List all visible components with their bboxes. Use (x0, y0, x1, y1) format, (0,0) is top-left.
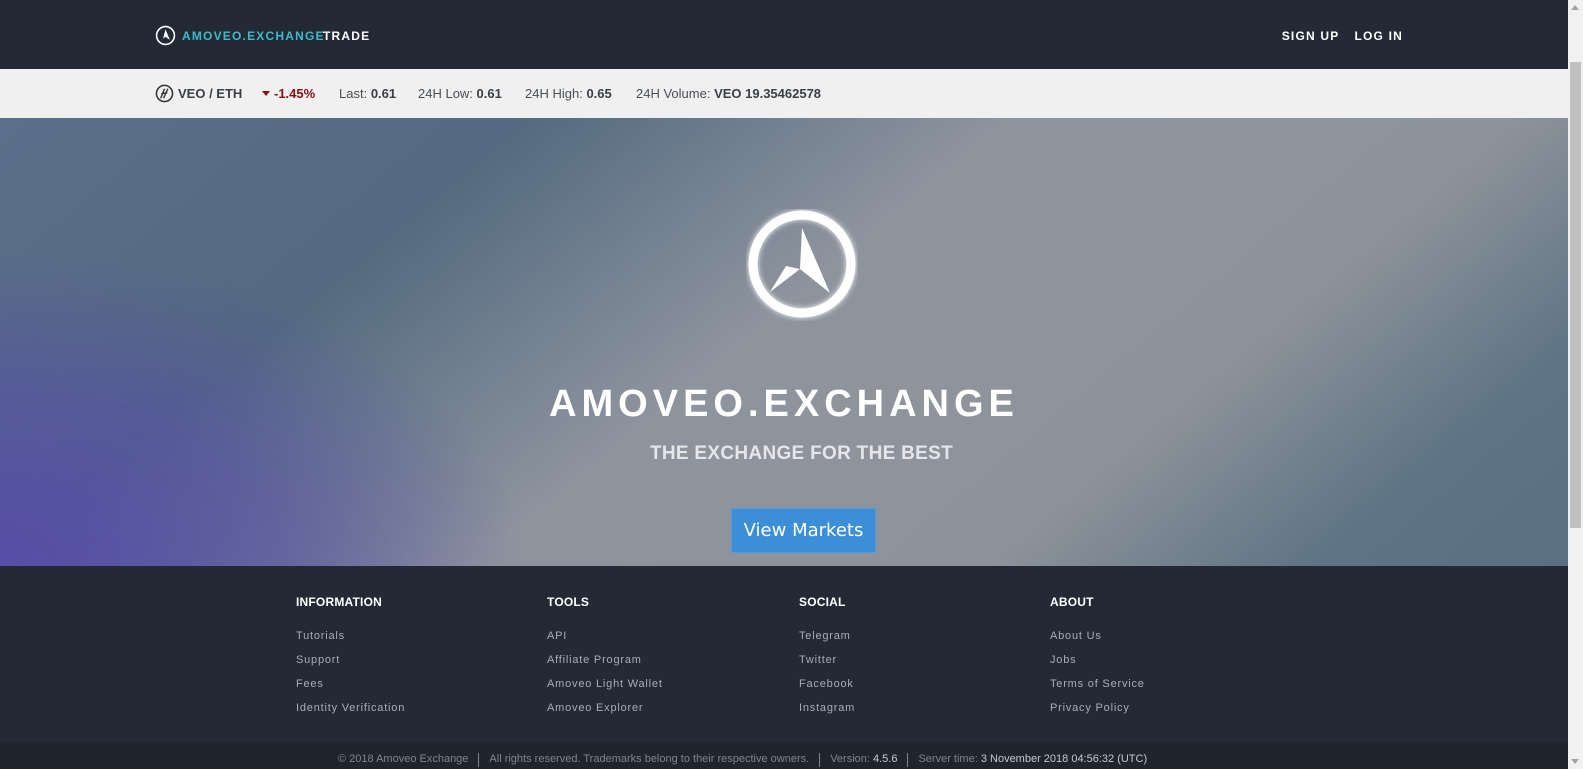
scroll-down-arrow-icon[interactable] (1571, 759, 1579, 764)
low-24h-label: 24H Low: (418, 86, 473, 101)
footer-link-affiliate-program[interactable]: Affiliate Program (547, 648, 663, 672)
high-24h-label: 24H High: (525, 86, 583, 101)
footer-column-information: INFORMATION Tutorials Support Fees Ident… (296, 595, 405, 720)
rights-text: All rights reserved. Trademarks belong t… (489, 753, 810, 765)
separator (819, 753, 821, 767)
copyright-text: © 2018 Amoveo Exchange (338, 753, 469, 765)
volume-24h: 24H Volume: VEO 19.35462578 (636, 86, 821, 101)
footer-link-terms[interactable]: Terms of Service (1050, 672, 1145, 696)
amoveo-emblem-icon (748, 210, 856, 318)
version-label: Version: (830, 753, 870, 765)
footer-heading: INFORMATION (296, 595, 382, 609)
footer-link-identity-verification[interactable]: Identity Verification (296, 696, 405, 720)
separator (907, 753, 909, 767)
site-footer: INFORMATION Tutorials Support Fees Ident… (0, 566, 1568, 742)
footer-link-light-wallet[interactable]: Amoveo Light Wallet (547, 672, 663, 696)
footer-column-tools: TOOLS API Affiliate Program Amoveo Light… (547, 595, 663, 720)
volume-24h-value: VEO 19.35462578 (714, 86, 822, 101)
market-pair[interactable]: VEO / ETH (155, 84, 242, 103)
market-ticker: VEO / ETH -1.45% Last: 0.61 24H Low: 0.6… (0, 69, 1568, 118)
hero-section: AMOVEO.EXCHANGE THE EXCHANGE FOR THE BES… (0, 118, 1568, 566)
footer-link-fees[interactable]: Fees (296, 672, 405, 696)
footer-link-telegram[interactable]: Telegram (799, 624, 855, 648)
scroll-up-arrow-icon[interactable] (1571, 5, 1579, 10)
last-price-value: 0.61 (370, 86, 397, 101)
veo-coin-icon (155, 84, 174, 103)
hero-subtitle: THE EXCHANGE FOR THE BEST (649, 443, 954, 464)
volume-24h-label: 24H Volume: (636, 86, 711, 101)
footer-link-api[interactable]: API (547, 624, 663, 648)
hero-title: AMOVEO.EXCHANGE (549, 383, 1019, 425)
amoveo-logo-icon (155, 25, 176, 46)
footer-link-tutorials[interactable]: Tutorials (296, 624, 405, 648)
view-markets-button[interactable]: View Markets (731, 508, 876, 553)
footer-column-about: ABOUT About Us Jobs Terms of Service Pri… (1050, 595, 1145, 720)
low-24h-value: 0.61 (476, 86, 502, 101)
auth-links: SIGN UP LOG IN (1282, 29, 1403, 43)
high-24h: 24H High: 0.65 (525, 86, 612, 101)
page-scrollbar[interactable] (1568, 0, 1583, 769)
footer-link-about-us[interactable]: About Us (1050, 624, 1145, 648)
footer-heading: TOOLS (547, 595, 590, 609)
price-change-value: -1.45% (274, 86, 316, 101)
brand-link[interactable]: AMOVEO.EXCHANGE (155, 25, 325, 46)
scrollbar-thumb[interactable] (1570, 62, 1581, 528)
footer-link-jobs[interactable]: Jobs (1050, 648, 1145, 672)
separator (478, 753, 480, 767)
sign-up-link[interactable]: SIGN UP (1282, 29, 1340, 43)
server-time-value: 3 November 2018 04:56:32 (UTC) (980, 753, 1148, 765)
low-24h: 24H Low: 0.61 (418, 86, 502, 101)
brand-name: AMOVEO.EXCHANGE (182, 28, 325, 43)
footer-link-support[interactable]: Support (296, 648, 405, 672)
log-in-link[interactable]: LOG IN (1354, 29, 1403, 43)
footer-column-social: SOCIAL Telegram Twitter Facebook Instagr… (799, 595, 855, 720)
footer-link-instagram[interactable]: Instagram (799, 696, 855, 720)
triangle-down-icon (262, 91, 270, 96)
server-time-label: Server time: (918, 753, 978, 765)
footer-link-privacy[interactable]: Privacy Policy (1050, 696, 1145, 720)
footer-link-facebook[interactable]: Facebook (799, 672, 855, 696)
footer-heading: ABOUT (1050, 595, 1094, 609)
footer-link-explorer[interactable]: Amoveo Explorer (547, 696, 663, 720)
footer-bottom-bar: © 2018 Amoveo Exchange All rights reserv… (0, 742, 1568, 769)
footer-heading: SOCIAL (799, 595, 846, 609)
footer-link-twitter[interactable]: Twitter (799, 648, 855, 672)
pair-label: VEO / ETH (178, 86, 243, 101)
high-24h-value: 0.65 (586, 86, 612, 101)
top-navbar: AMOVEO.EXCHANGE TRADE SIGN UP LOG IN (0, 0, 1568, 69)
price-change: -1.45% (262, 86, 315, 101)
nav-trade-link[interactable]: TRADE (323, 29, 370, 43)
version-value: 4.5.6 (873, 753, 898, 765)
last-price: Last: 0.61 (339, 86, 396, 101)
last-price-label: Last: (339, 86, 368, 101)
